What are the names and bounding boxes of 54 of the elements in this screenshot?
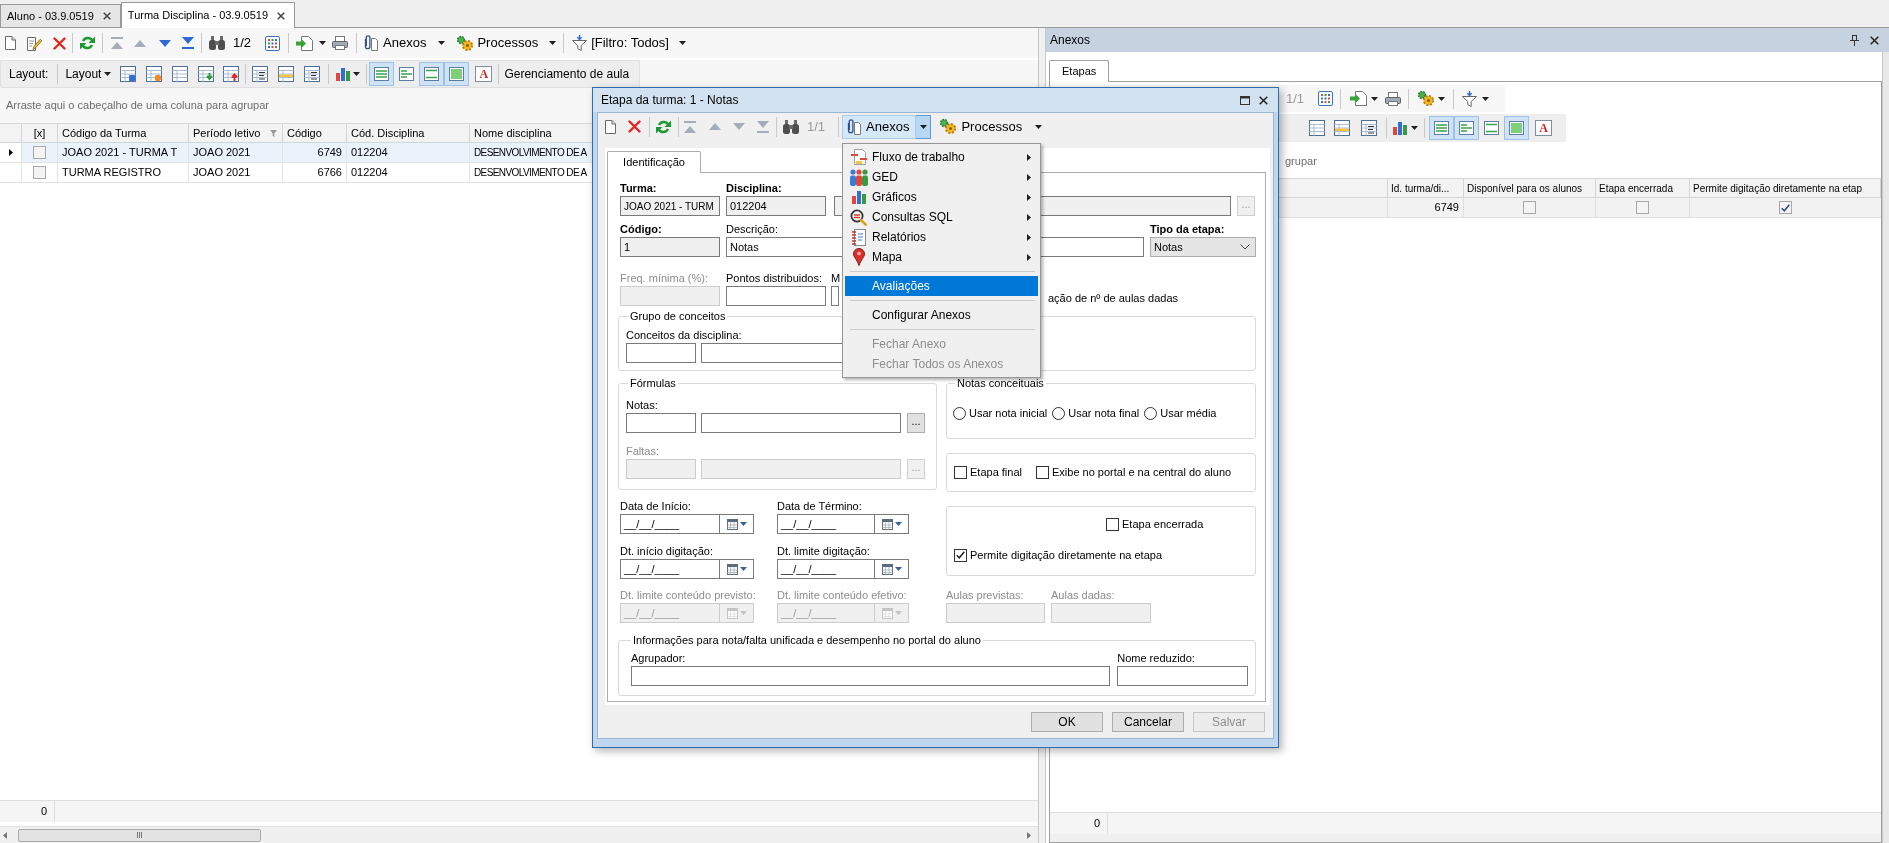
table-cell-text: 012204: [351, 145, 388, 161]
table-cell-text: TURMA REGISTRO: [62, 165, 161, 181]
field-label: Dt. limite conteúdo previsto:: [620, 588, 756, 603]
group-title: Grupo de conceitos: [629, 309, 727, 323]
field-label: Dt. limite digitação:: [777, 544, 870, 559]
table-cell-text: DESENVOLVIMENTO DE A: [474, 166, 587, 180]
table-cell-text: 6749: [317, 145, 342, 161]
field-label: Conceitos da disciplina:: [626, 328, 742, 343]
table-cell-text: JOAO 2021: [193, 165, 251, 181]
checkbox-label: Exibe no portal e na central do aluno: [1052, 465, 1232, 481]
table-cell-text: JOAO 2021 - TURMA T: [62, 145, 178, 161]
field-label: M: [831, 271, 841, 286]
field-label: Turma:: [620, 181, 657, 196]
field-label: Tipo da etapa:: [1150, 222, 1225, 237]
dialog-title: Etapa da turma: 1 - Notas: [601, 92, 739, 109]
panel-title: Anexos: [1050, 32, 1091, 49]
table-cell-text: 012204: [351, 165, 388, 181]
summary-count: 0: [1093, 816, 1100, 832]
field-label: Pontos distribuidos:: [726, 271, 822, 286]
checkbox-label: Etapa final: [970, 465, 1022, 481]
radio-label: Usar nota inicial: [969, 405, 1048, 421]
field-label: Freq. mínima (%):: [620, 271, 708, 286]
record-counter: 1/2: [233, 34, 252, 53]
record-counter: 1/1: [807, 117, 826, 136]
checkbox-label: Permite digitação diretamente na etapa: [970, 547, 1162, 563]
field-label: Nome reduzido:: [1117, 651, 1195, 666]
group-by-hint: grupar: [1285, 153, 1317, 169]
field-label: Agrupador:: [631, 651, 686, 666]
record-counter: 1/1: [1286, 89, 1305, 108]
group-title: Informações para nota/falta unificada e desempenho no portal do aluno: [632, 633, 982, 647]
radio-label: Usar nota final: [1068, 405, 1140, 421]
table-cell-text: 6749: [1434, 200, 1459, 216]
field-label: Código:: [620, 222, 662, 237]
field-label: Notas:: [626, 398, 658, 413]
field-label: Data de Término:: [777, 499, 862, 514]
checkbox-label: Etapa encerrada: [1122, 516, 1204, 532]
radio-label: Usar média: [1160, 405, 1217, 421]
field-label: Aulas dadas:: [1051, 588, 1115, 603]
field-label: Disciplina:: [726, 181, 782, 196]
field-label: Aulas previstas:: [946, 588, 1024, 603]
group-title: Notas conceituais: [956, 376, 1045, 390]
field-label: Dt. limite conteúdo efetivo:: [777, 588, 907, 603]
table-cell-text: JOAO 2021: [193, 145, 251, 161]
field-label: Descrição:: [726, 222, 778, 237]
table-cell-text: 6766: [317, 165, 342, 181]
field-label: Dt. início digitação:: [620, 544, 713, 559]
summary-count: 0: [40, 804, 47, 820]
field-label: Data de Início:: [620, 499, 691, 514]
field-label: Faltas:: [626, 444, 659, 459]
option-label: ação de nº de aulas dadas: [1048, 291, 1178, 306]
group-by-hint: Arraste aqui o cabeçalho de uma coluna para agrupar: [6, 98, 269, 114]
group-title: Fórmulas: [629, 376, 677, 390]
table-cell-text: DESENVOLVIMENTO DE A: [474, 146, 587, 160]
toolbar-label: Layout:: [9, 66, 49, 83]
